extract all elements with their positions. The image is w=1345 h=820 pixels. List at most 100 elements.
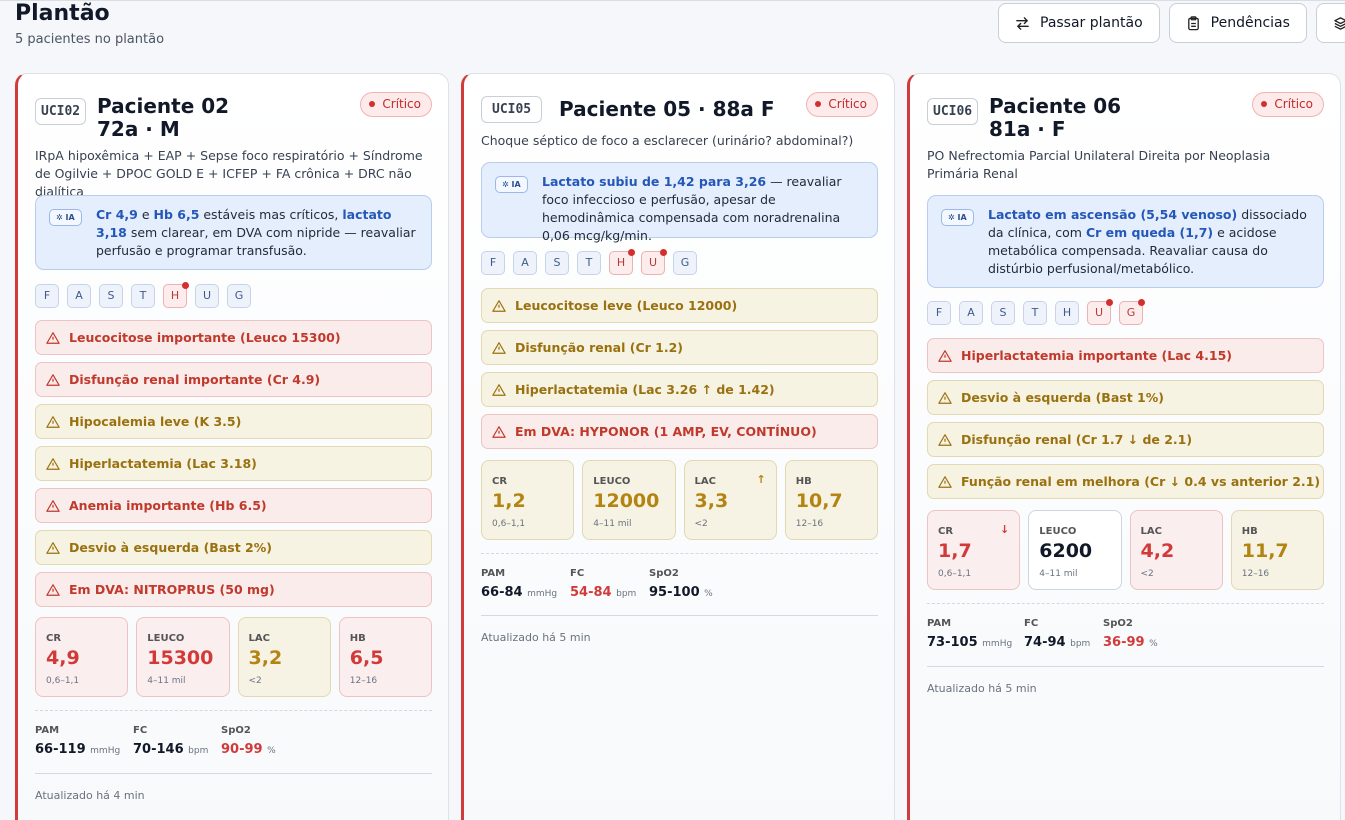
lab-ref: 0,6–1,1 bbox=[492, 519, 526, 529]
fasthug-t[interactable]: T bbox=[577, 251, 601, 275]
alert-item[interactable]: Hiperlactatemia (Lac 3.18) bbox=[35, 446, 432, 481]
fasthug-u[interactable]: U bbox=[1087, 299, 1113, 325]
lab-name: LEUCO bbox=[1039, 526, 1077, 537]
alert-item[interactable]: Leucocitose importante (Leuco 15300) bbox=[35, 320, 432, 355]
critical-badge: Crítico bbox=[1252, 92, 1324, 117]
patient-card-uci02[interactable]: UCI02 Paciente 02 72a · M Crítico IRpA h… bbox=[15, 73, 449, 820]
fasthug-a[interactable]: A bbox=[67, 284, 91, 308]
lab-name: LAC bbox=[1140, 526, 1162, 537]
alert-text: Função renal em melhora (Cr ↓ 0.4 vs ant… bbox=[961, 474, 1321, 489]
patient-age-sex: 81a · F bbox=[989, 117, 1066, 141]
pass-shift-button[interactable]: Passar plantão bbox=[998, 3, 1160, 43]
fasthug-h[interactable]: H bbox=[1055, 301, 1079, 325]
alert-text: Disfunção renal (Cr 1.7 ↓ de 2.1) bbox=[961, 432, 1193, 447]
alert-item[interactable]: Desvio à esquerda (Bast 2%) bbox=[35, 530, 432, 565]
warning-icon bbox=[938, 349, 952, 362]
warning-icon bbox=[46, 541, 60, 554]
ai-tag-label: IA bbox=[65, 213, 75, 222]
lab-tile-cr[interactable]: CR ↓ 1,7 0,6–1,1 bbox=[927, 510, 1021, 590]
ai-summary-text: Cr 4,9 e Hb 6,5 estáveis mas críticos, l… bbox=[96, 207, 416, 258]
lab-name: CR bbox=[938, 526, 954, 537]
ai-summary-box: ✲ IA Cr 4,9 e Hb 6,5 estáveis mas crític… bbox=[35, 195, 432, 270]
pending-button[interactable]: Pendências bbox=[1168, 3, 1307, 43]
patient-card-uci05[interactable]: UCI05 Paciente 05 · 88a F Crítico Choque… bbox=[461, 73, 895, 820]
vital-number: 70-146 bbox=[133, 742, 184, 757]
alert-text: Hipocalemia leve (K 3.5) bbox=[69, 414, 242, 429]
fasthug-f[interactable]: F bbox=[481, 251, 505, 275]
fasthug-f[interactable]: F bbox=[35, 284, 59, 308]
lab-value: 1,7 bbox=[938, 540, 972, 562]
fasthug-s[interactable]: S bbox=[545, 251, 569, 275]
lab-tile-leuco[interactable]: LEUCO 12000 4–11 mil bbox=[582, 460, 676, 540]
lab-tile-hb[interactable]: HB 10,7 12–16 bbox=[784, 460, 878, 540]
vitals-row: PAM 66-119 mmHg FC 70-146 bpm SpO2 90-99 % bbox=[35, 725, 311, 757]
lab-tile-leuco[interactable]: LEUCO 6200 4–11 mil bbox=[1028, 510, 1122, 590]
fasthug-u[interactable]: U bbox=[195, 284, 219, 308]
vital-value: 36-99 % bbox=[1103, 635, 1193, 650]
lab-tile-hb[interactable]: HB 11,7 12–16 bbox=[1230, 510, 1324, 590]
vital-label: SpO2 bbox=[1103, 618, 1133, 629]
vital-unit: % bbox=[267, 746, 276, 756]
lab-name: CR bbox=[492, 476, 508, 487]
alert-item[interactable]: Em DVA: NITROPRUS (50 mg) bbox=[35, 572, 432, 607]
fasthug-s[interactable]: S bbox=[99, 284, 123, 308]
pass-shift-label: Passar plantão bbox=[1040, 15, 1143, 31]
vital-value: 70-146 bpm bbox=[133, 742, 221, 757]
vitals-row: PAM 73-105 mmHg FC 74-94 bpm SpO2 36-99 % bbox=[927, 618, 1193, 650]
vital-unit: mmHg bbox=[527, 589, 558, 599]
fasthug-h[interactable]: H bbox=[163, 282, 189, 308]
fasthug-a[interactable]: A bbox=[959, 301, 983, 325]
lab-tile-lac[interactable]: LAC 3,2 <2 bbox=[237, 617, 331, 697]
vital-label: PAM bbox=[481, 568, 506, 579]
alert-item[interactable]: Hiperlactatemia (Lac 3.26 ↑ de 1.42) bbox=[481, 372, 878, 407]
sparkle-icon: ✲ bbox=[502, 180, 509, 189]
fasthug-u[interactable]: U bbox=[641, 249, 667, 275]
lab-tile-lac[interactable]: LAC 4,2 <2 bbox=[1129, 510, 1223, 590]
fasthug-t[interactable]: T bbox=[131, 284, 155, 308]
ai-text: sem clarear, em DVA com nipride — reaval… bbox=[96, 225, 416, 258]
vital-value: 95-100 % bbox=[649, 585, 739, 600]
vital-label: FC bbox=[570, 568, 585, 579]
alert-text: Hiperlactatemia (Lac 3.18) bbox=[69, 456, 257, 471]
vital-value: 90-99 % bbox=[221, 742, 311, 757]
alert-item[interactable]: Disfunção renal (Cr 1.7 ↓ de 2.1) bbox=[927, 422, 1324, 457]
lab-tiles: CR 4,9 0,6–1,1 LEUCO 15300 4–11 mil LAC 3,2 <2… bbox=[35, 617, 432, 697]
lab-tile-hb[interactable]: HB 6,5 12–16 bbox=[338, 617, 432, 697]
lab-tile-lac[interactable]: LAC ↑ 3,3 <2 bbox=[683, 460, 777, 540]
layers-button[interactable]: I bbox=[1315, 3, 1345, 43]
fasthug-g[interactable]: G bbox=[227, 284, 251, 308]
lab-ref: 12–16 bbox=[349, 676, 378, 686]
alert-item[interactable]: Função renal em melhora (Cr ↓ 0.4 vs ant… bbox=[927, 464, 1324, 499]
lab-ref: <2 bbox=[1140, 569, 1154, 579]
fasthug-a[interactable]: A bbox=[513, 251, 537, 275]
warning-icon bbox=[46, 373, 60, 386]
alert-item[interactable]: Disfunção renal (Cr 1.2) bbox=[481, 330, 878, 365]
alert-item[interactable]: Leucocitose leve (Leuco 12000) bbox=[481, 288, 878, 323]
fasthug-f[interactable]: F bbox=[927, 301, 951, 325]
patient-name: Paciente 06 81a · F bbox=[989, 95, 1121, 141]
alert-item[interactable]: Hiperlactatemia importante (Lac 4.15) bbox=[927, 338, 1324, 373]
lab-ref: 4–11 mil bbox=[593, 519, 632, 529]
page-title: Plantão bbox=[15, 1, 110, 26]
alert-item[interactable]: Hipocalemia leve (K 3.5) bbox=[35, 404, 432, 439]
alert-item[interactable]: Em DVA: HYPONOR (1 AMP, EV, CONTÍNUO) bbox=[481, 414, 878, 449]
vital-label: FC bbox=[133, 725, 148, 736]
swap-arrows-icon bbox=[1016, 16, 1029, 30]
fasthug-s[interactable]: S bbox=[991, 301, 1015, 325]
vitals-row: PAM 66-84 mmHg FC 54-84 bpm SpO2 95-100 % bbox=[481, 568, 739, 600]
lab-tile-cr[interactable]: CR 1,2 0,6–1,1 bbox=[481, 460, 575, 540]
lab-name: HB bbox=[795, 476, 812, 487]
alert-item[interactable]: Disfunção renal importante (Cr 4.9) bbox=[35, 362, 432, 397]
fasthug-g[interactable]: G bbox=[673, 251, 697, 275]
lab-tile-leuco[interactable]: LEUCO 15300 4–11 mil bbox=[136, 617, 230, 697]
lab-tile-cr[interactable]: CR 4,9 0,6–1,1 bbox=[35, 617, 129, 697]
vital-spo2: SpO2 95-100 % bbox=[649, 568, 739, 600]
alert-item[interactable]: Desvio à esquerda (Bast 1%) bbox=[927, 380, 1324, 415]
alert-text: Leucocitose leve (Leuco 12000) bbox=[515, 298, 738, 313]
fasthug-g[interactable]: G bbox=[1119, 299, 1145, 325]
alert-item[interactable]: Anemia importante (Hb 6.5) bbox=[35, 488, 432, 523]
fasthug-t[interactable]: T bbox=[1023, 301, 1047, 325]
vital-label: PAM bbox=[927, 618, 952, 629]
patient-card-uci06[interactable]: UCI06 Paciente 06 81a · F Crítico PO Nef… bbox=[907, 73, 1341, 820]
fasthug-h[interactable]: H bbox=[609, 249, 635, 275]
